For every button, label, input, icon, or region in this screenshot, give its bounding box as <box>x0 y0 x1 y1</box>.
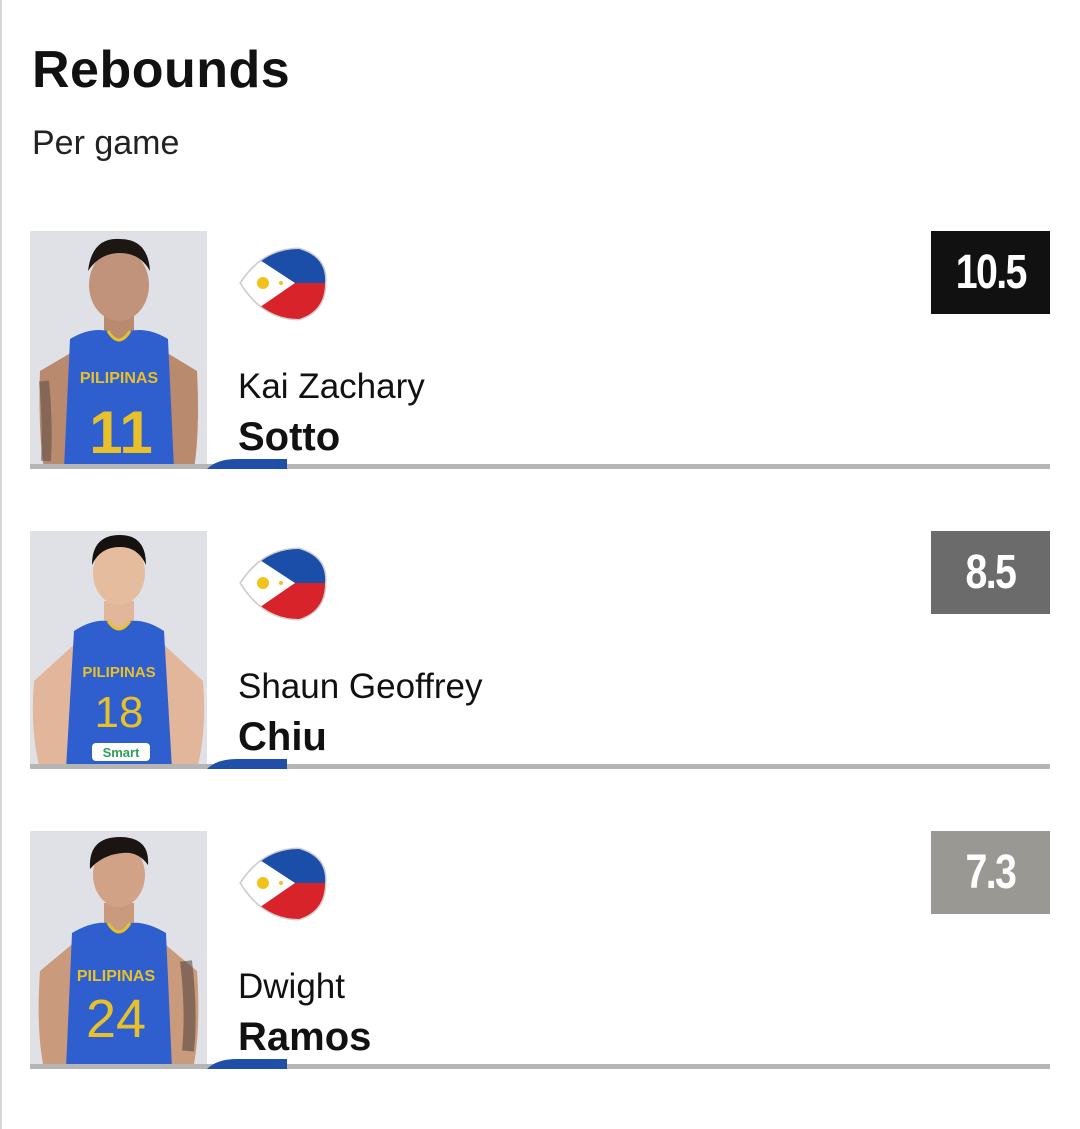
accent-swoosh <box>207 459 287 469</box>
player-photo: PILIPINAS 24 <box>30 831 207 1069</box>
stat-value: 7.3 <box>965 846 1017 899</box>
player-last-name: Chiu <box>238 715 327 759</box>
sponsor-logo: Smart <box>103 745 141 760</box>
player-last-name: Ramos <box>238 1015 372 1059</box>
card-divider <box>30 764 1050 769</box>
card-divider <box>30 464 1050 469</box>
accent-swoosh <box>207 759 287 769</box>
stat-value: 8.5 <box>965 546 1017 599</box>
philippines-flag-icon <box>237 545 327 625</box>
player-first-name: Kai Zachary <box>238 367 425 406</box>
player-photo: PILIPINAS 11 <box>30 231 207 469</box>
philippines-flag-icon <box>237 845 327 925</box>
jersey-number: 18 <box>95 688 144 737</box>
accent-swoosh <box>207 1059 287 1069</box>
player-last-name: Sotto <box>238 415 341 459</box>
jersey-text: PILIPINAS <box>77 968 156 985</box>
stat-value-badge: 8.5 <box>931 531 1050 614</box>
leader-card[interactable]: PILIPINAS 24 Dwight Ramos 7.3 <box>30 831 1050 1071</box>
jersey-number: 24 <box>86 989 146 1049</box>
leader-card[interactable]: PILIPINAS 11 Kai Zachary Sotto 10.5 <box>30 231 1050 471</box>
jersey-text: PILIPINAS <box>82 664 155 681</box>
jersey-number: 11 <box>89 399 152 466</box>
page-title: Rebounds <box>32 41 291 99</box>
card-divider <box>30 1064 1050 1069</box>
player-photo: PILIPINAS 18 Smart <box>30 531 207 769</box>
left-border <box>0 0 2 1129</box>
leader-card[interactable]: PILIPINAS 18 Smart Shaun Geoffrey Chiu 8… <box>30 531 1050 771</box>
player-first-name: Dwight <box>238 967 345 1006</box>
philippines-flag-icon <box>237 245 327 325</box>
stat-value: 10.5 <box>955 246 1027 299</box>
stat-value-badge: 7.3 <box>931 831 1050 914</box>
jersey-text: PILIPINAS <box>80 370 159 387</box>
stat-value-badge: 10.5 <box>931 231 1050 314</box>
player-first-name: Shaun Geoffrey <box>238 667 483 706</box>
page-subtitle: Per game <box>32 124 180 162</box>
